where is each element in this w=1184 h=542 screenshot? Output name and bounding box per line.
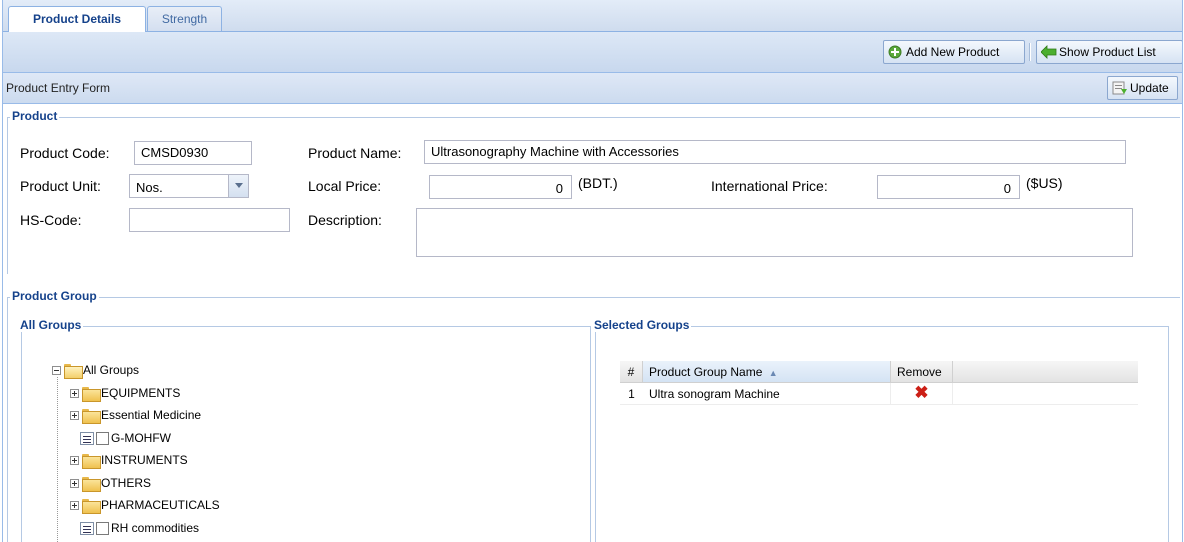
folder-icon (82, 386, 101, 402)
expand-icon[interactable] (70, 501, 79, 511)
tree-node-label: OTHERS (101, 475, 152, 490)
selected-groups-panel: Selected Groups # Product Group Name ▲ R… (592, 318, 1169, 542)
add-circle-icon (888, 45, 902, 59)
tree-node-others[interactable]: OTHERS (52, 474, 220, 497)
folder-icon (82, 499, 101, 515)
selected-groups-legend: Selected Groups (592, 318, 692, 332)
tree-node-label: PHARMACEUTICALS (101, 498, 220, 512)
row-number-value: 1 (628, 387, 635, 401)
product-unit-value: Nos. (136, 180, 163, 195)
tree-node-g-mohfw[interactable]: G-MOHFW (52, 429, 220, 452)
column-header-group-name-label: Product Group Name (649, 365, 763, 379)
tree-node-label: All Groups (83, 363, 140, 377)
expand-icon[interactable] (70, 411, 79, 421)
folder-icon (82, 409, 101, 425)
product-group-legend: Product Group (10, 289, 99, 303)
form-header: Product Entry Form Update (3, 73, 1182, 104)
arrow-left-icon (1041, 45, 1057, 59)
international-price-input[interactable]: 0 (877, 175, 1020, 199)
product-code-input[interactable]: CMSD0930 (134, 141, 252, 165)
add-new-product-label: Add New Product (906, 45, 1000, 59)
add-new-product-button[interactable]: Add New Product (883, 40, 1025, 64)
tree-node-label: Essential Medicine (101, 408, 202, 422)
update-icon (1112, 81, 1127, 95)
column-header-remove-label: Remove (897, 365, 942, 379)
all-groups-panel: All Groups All Groups EQUIPMENTS Essenti… (18, 318, 591, 542)
row-group-name-value: Ultra sonogram Machine (649, 387, 780, 401)
row-number: 1 (620, 383, 643, 404)
expand-icon[interactable] (70, 478, 79, 488)
tree-node-label: EQUIPMENTS (101, 385, 181, 400)
row-remove-cell: ✖ (891, 383, 953, 404)
product-entry-app: Product Details Strength Add New Product… (2, 0, 1183, 542)
international-price-label: International Price: (711, 178, 828, 194)
folder-icon (82, 454, 101, 470)
remove-icon[interactable]: ✖ (914, 383, 928, 402)
product-unit-select[interactable]: Nos. (129, 174, 249, 198)
main-toolbar: Add New Product Show Product List (3, 32, 1182, 73)
leaf-icon (80, 431, 94, 445)
hs-code-label: HS-Code: (20, 212, 82, 228)
tab-product-details[interactable]: Product Details (8, 6, 146, 33)
local-price-unit: (BDT.) (578, 175, 618, 191)
folder-icon (82, 476, 101, 492)
form-title: Product Entry Form (6, 81, 111, 95)
product-name-label: Product Name: (308, 145, 402, 161)
description-textarea[interactable] (416, 208, 1133, 257)
tree-node-instruments[interactable]: INSTRUMENTS (52, 451, 220, 474)
tree-node-pharmaceuticals[interactable]: PHARMACEUTICALS (52, 496, 220, 519)
update-button[interactable]: Update (1107, 76, 1178, 100)
hs-code-input[interactable] (129, 208, 290, 232)
tree-node-root[interactable]: All Groups (52, 361, 220, 384)
expand-icon[interactable] (70, 456, 79, 466)
local-price-input[interactable]: 0 (429, 175, 572, 199)
tree-node-checkbox[interactable] (96, 431, 109, 445)
leaf-icon (80, 521, 94, 535)
product-code-label: Product Code: (20, 145, 110, 161)
collapse-icon[interactable] (52, 366, 61, 376)
selected-groups-grid: # Product Group Name ▲ Remove 1 Ultra so… (620, 361, 1138, 405)
product-legend: Product (10, 109, 60, 123)
tree-node-label: G-MOHFW (111, 430, 171, 445)
folder-open-icon (64, 364, 83, 380)
tree-node-label: RH commodities (111, 520, 200, 535)
grid-header: # Product Group Name ▲ Remove (620, 361, 1138, 383)
column-header-number: # (620, 361, 643, 382)
chevron-down-icon[interactable] (228, 175, 248, 197)
tab-strength[interactable]: Strength (147, 6, 222, 31)
tree-node-equipments[interactable]: EQUIPMENTS (52, 384, 220, 407)
column-header-group-name[interactable]: Product Group Name ▲ (643, 361, 891, 382)
sort-ascending-icon: ▲ (768, 368, 778, 378)
show-product-list-label: Show Product List (1059, 45, 1156, 59)
toolbar-separator (1029, 43, 1031, 61)
description-label: Description: (308, 212, 382, 228)
local-price-label: Local Price: (308, 178, 382, 194)
product-unit-label: Product Unit: (20, 178, 101, 194)
group-tree: All Groups EQUIPMENTS Essential Medicine… (52, 361, 220, 542)
column-header-number-label: # (627, 365, 635, 379)
tree-node-checkbox[interactable] (96, 521, 109, 535)
product-name-input[interactable]: Ultrasonography Machine with Accessories (424, 140, 1126, 164)
row-group-name: Ultra sonogram Machine (643, 383, 891, 404)
expand-icon[interactable] (70, 388, 79, 398)
table-row[interactable]: 1 Ultra sonogram Machine ✖ (620, 383, 1138, 405)
update-label: Update (1130, 81, 1169, 95)
international-price-unit: ($US) (1026, 175, 1063, 191)
all-groups-legend: All Groups (18, 318, 84, 332)
tree-node-essential-medicine[interactable]: Essential Medicine (52, 406, 220, 429)
tree-node-label: INSTRUMENTS (101, 453, 188, 467)
column-header-remove: Remove (891, 361, 953, 382)
tab-bar: Product Details Strength (3, 0, 1182, 33)
show-product-list-button[interactable]: Show Product List (1036, 40, 1182, 64)
tree-node-rh-commodities[interactable]: RH commodities (52, 519, 220, 542)
